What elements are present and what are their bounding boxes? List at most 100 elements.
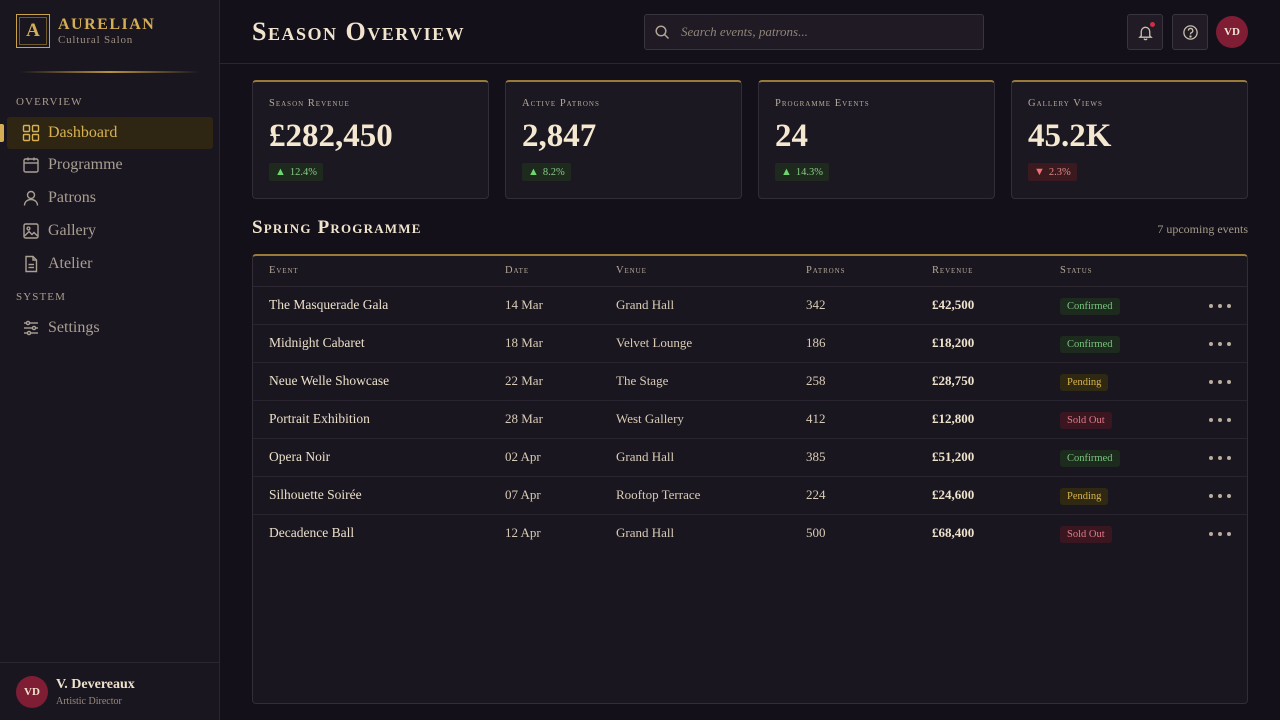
stat-label: Gallery Views [1028, 98, 1103, 109]
more-options-icon[interactable] [1209, 413, 1231, 427]
table-row[interactable]: Opera Noir 02 Apr Grand Hall 385 £51,200 Conf… [253, 439, 1247, 477]
programme-table: Event Date Venue Patrons Revenue Status … [252, 254, 1248, 704]
stat-label: Season Revenue [269, 98, 350, 109]
event-name: Portrait Exhibition [269, 411, 370, 426]
menu-dot [1227, 456, 1231, 460]
sidebar-item-label: Programme [48, 156, 123, 173]
trend-down-icon: ▼ [1034, 166, 1045, 178]
more-options-icon[interactable] [1209, 527, 1231, 541]
menu-dot [1227, 532, 1231, 536]
sliders-icon [24, 320, 38, 336]
column-header-date[interactable]: Date [505, 265, 529, 276]
column-header-patrons[interactable]: Patrons [806, 265, 845, 276]
stat-value: 45.2K [1028, 118, 1112, 154]
menu-dot [1227, 304, 1231, 308]
column-header-status[interactable]: Status [1060, 265, 1092, 276]
document-icon [25, 255, 38, 273]
grid-icon [22, 124, 40, 142]
table-row[interactable]: Portrait Exhibition 28 Mar West Gallery 412… [253, 401, 1247, 439]
more-options-icon[interactable] [1209, 489, 1231, 503]
more-options-icon[interactable] [1209, 451, 1231, 465]
sidebar-item-atelier[interactable]: Atelier [7, 248, 213, 280]
stat-label: Active Patrons [522, 98, 600, 109]
brand-logo[interactable]: A AURELIAN Cultural Salon [16, 14, 155, 48]
menu-dot [1209, 532, 1213, 536]
event-patrons: 342 [806, 297, 826, 312]
table-row[interactable]: Midnight Cabaret 18 Mar Velvet Lounge 186 £1… [253, 325, 1247, 363]
image-icon [23, 223, 39, 239]
event-name: Neue Welle Showcase [269, 373, 390, 388]
notifications-button[interactable] [1127, 14, 1163, 50]
stat-delta-value: 12.4% [289, 166, 318, 178]
sidebar-item-dashboard[interactable]: Dashboard [7, 117, 213, 149]
status-badge: Sold Out [1060, 526, 1112, 543]
menu-dot [1218, 532, 1222, 536]
menu-dot [1218, 342, 1222, 346]
more-options-icon[interactable] [1209, 299, 1231, 313]
menu-dot [1227, 342, 1231, 346]
event-name: Midnight Cabaret [269, 335, 365, 350]
user-profile[interactable]: VD V. Devereaux Artistic Director [0, 662, 219, 720]
sidebar-item-label: Patrons [48, 189, 96, 206]
event-patrons: 258 [806, 373, 826, 388]
user-name: V. Devereaux [56, 677, 135, 692]
menu-dot [1209, 304, 1213, 308]
event-venue: The Stage [616, 373, 669, 388]
status-badge: Sold Out [1060, 412, 1112, 429]
column-header-revenue[interactable]: Revenue [932, 265, 973, 276]
help-button[interactable] [1172, 14, 1208, 50]
brand-name: AURELIAN [58, 15, 156, 33]
status-badge: Confirmed [1060, 298, 1120, 315]
search-icon [655, 25, 670, 40]
sidebar-item-patrons[interactable]: Patrons [7, 182, 213, 214]
menu-dot [1218, 418, 1222, 422]
event-name: The Masquerade Gala [269, 297, 389, 312]
column-header-event[interactable]: Event [269, 265, 299, 276]
event-revenue: £24,600 [932, 487, 975, 502]
more-options-icon[interactable] [1209, 375, 1231, 389]
sidebar-item-settings[interactable]: Settings [7, 312, 213, 344]
stat-value: 2,847 [522, 118, 597, 154]
column-header-venue[interactable]: Venue [616, 265, 647, 276]
sidebar-item-gallery[interactable]: Gallery [7, 215, 213, 247]
stat-card-gallery-views: Gallery Views 45.2K ▼ 2.3% [1011, 80, 1248, 199]
active-nav-indicator [0, 124, 4, 142]
event-patrons: 224 [806, 487, 826, 502]
stat-value: 24 [775, 118, 808, 154]
event-revenue: £51,200 [932, 449, 975, 464]
event-date: 22 Mar [505, 373, 543, 388]
brand-mark: A [16, 14, 50, 48]
event-revenue: £28,750 [932, 373, 975, 388]
event-revenue: £68,400 [932, 525, 975, 540]
stat-delta: ▼ 2.3% [1028, 163, 1077, 181]
brand-text: AURELIAN Cultural Salon [58, 15, 156, 46]
event-date: 28 Mar [505, 411, 543, 426]
user-icon [23, 190, 39, 206]
menu-dot [1218, 456, 1222, 460]
sidebar-item-label: Atelier [48, 255, 93, 272]
sidebar-item-programme[interactable]: Programme [7, 149, 213, 181]
event-venue: West Gallery [616, 411, 684, 426]
menu-dot [1218, 494, 1222, 498]
stat-label: Programme Events [775, 98, 870, 109]
table-row[interactable]: Decadence Ball 12 Apr Grand Hall 500 £68,400… [253, 515, 1247, 553]
table-row[interactable]: The Masquerade Gala 14 Mar Grand Hall 342 £4… [253, 287, 1247, 325]
section-title: Spring Programme [252, 217, 422, 238]
event-venue: Rooftop Terrace [616, 487, 701, 502]
search-input[interactable] [681, 17, 983, 47]
menu-dot [1209, 456, 1213, 460]
header-avatar[interactable]: VD [1216, 16, 1248, 48]
help-circle-icon [1182, 24, 1198, 40]
table-row[interactable]: Silhouette Soirée 07 Apr Rooftop Terrace 22… [253, 477, 1247, 515]
event-patrons: 186 [806, 335, 826, 350]
event-date: 14 Mar [505, 297, 543, 312]
menu-dot [1209, 380, 1213, 384]
stat-delta: ▲ 14.3% [775, 163, 830, 181]
status-badge: Confirmed [1060, 450, 1120, 467]
nav-section-system: SYSTEM [16, 291, 66, 303]
search-box[interactable] [644, 14, 984, 50]
stat-card-events: Programme Events 24 ▲ 14.3% [758, 80, 995, 199]
more-options-icon[interactable] [1209, 337, 1231, 351]
brand-divider [20, 71, 200, 73]
table-row[interactable]: Neue Welle Showcase 22 Mar The Stage 258 £28… [253, 363, 1247, 401]
